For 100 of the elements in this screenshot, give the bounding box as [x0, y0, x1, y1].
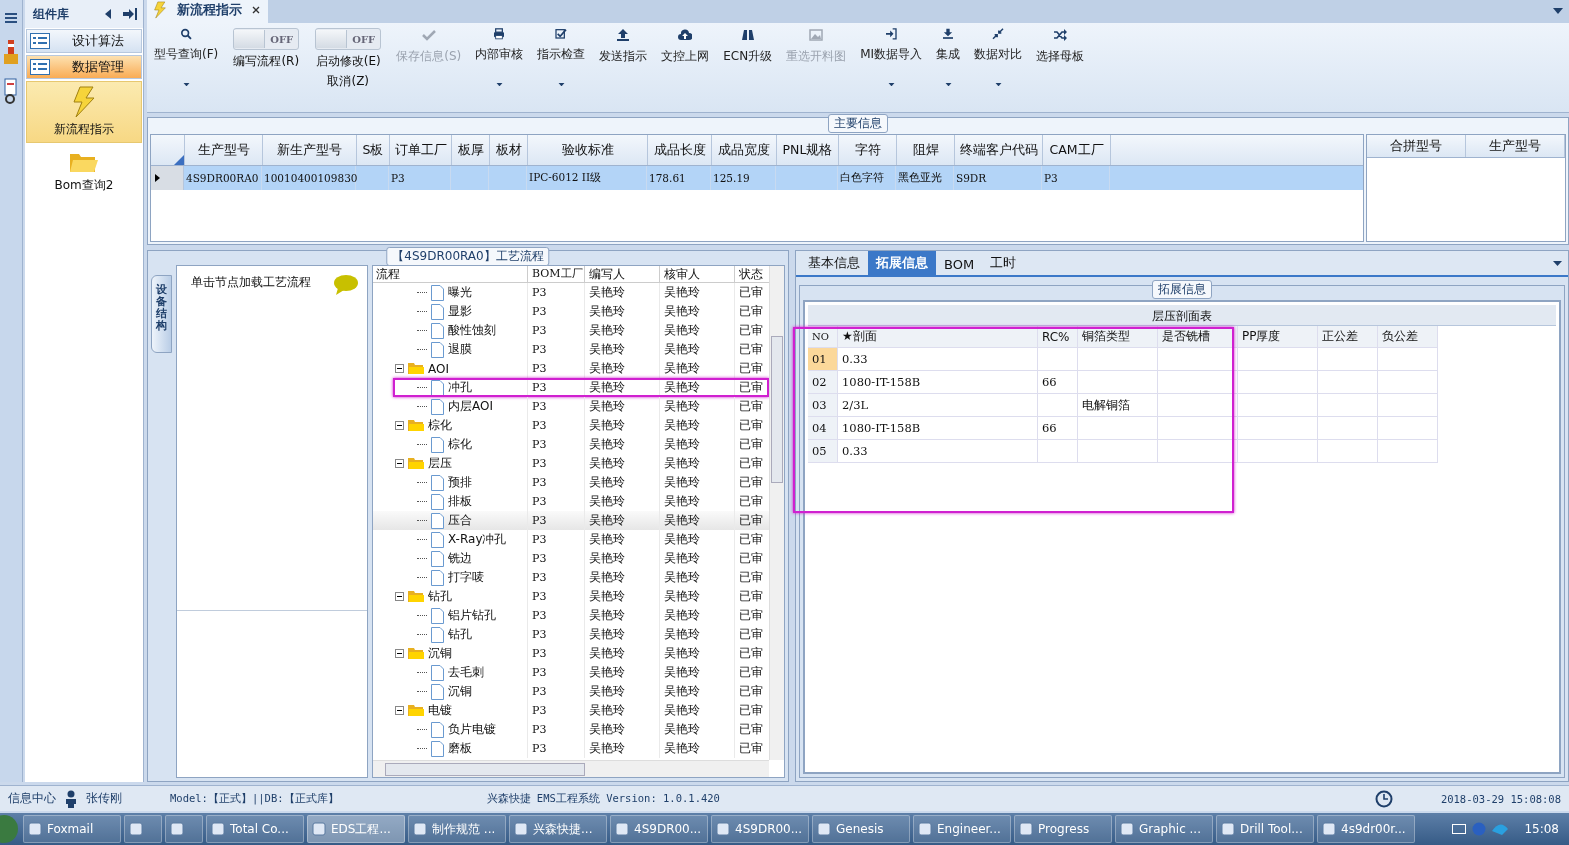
tab[interactable]: BOM — [936, 254, 983, 275]
table-cell — [1318, 417, 1378, 440]
taskbar-item[interactable]: 制作规范 ... — [408, 815, 506, 843]
taskbar-item[interactable]: Engineer... — [913, 815, 1011, 843]
taskbar-item[interactable]: Progress — [1014, 815, 1112, 843]
sidebar-item[interactable]: 新流程指示 — [26, 81, 142, 143]
collapse-icon[interactable] — [105, 9, 111, 19]
toggle-switch[interactable]: OFF — [315, 28, 382, 50]
taskbar-item[interactable]: Graphic ... — [1115, 815, 1213, 843]
collapse-icon[interactable] — [395, 459, 404, 468]
ribbon-button[interactable]: 集成 — [929, 28, 968, 86]
column-header[interactable]: ★剖面 — [838, 326, 1038, 348]
ribbon-button[interactable]: MI数据导入 — [853, 28, 930, 86]
column-header[interactable]: 阻焊 — [897, 135, 955, 165]
column-header[interactable]: RC% — [1038, 326, 1078, 348]
taskbar-item[interactable]: Genesis — [812, 815, 910, 843]
table-cell: 已审 — [739, 474, 763, 491]
taskbar-item[interactable]: Foxmail — [23, 815, 121, 843]
ribbon-button[interactable]: 数据对比 — [967, 28, 1030, 86]
ribbon-button[interactable]: 指示检查 — [530, 28, 593, 86]
ribbon-button[interactable]: 文控上网 — [654, 28, 717, 86]
table-row[interactable]: 4S9DR00RA0 10010400109830 P3 IPC-6012 II级 178.61 125.19 白色字符 黑色亚光 S9DR P3 — [151, 166, 1363, 190]
tab[interactable]: 工时 — [982, 251, 1025, 275]
column-header[interactable]: 生产型号 — [1466, 135, 1565, 157]
ribbon-button[interactable]: 发送指示 — [592, 28, 655, 86]
caret-icon[interactable] — [1553, 8, 1563, 14]
pin-icon[interactable] — [123, 8, 137, 20]
tab[interactable]: 基本信息 — [800, 251, 868, 275]
collapse-icon[interactable] — [395, 706, 404, 715]
ribbon-button[interactable]: 内部审核 — [468, 28, 531, 86]
column-header[interactable]: 板材 — [490, 135, 528, 165]
sidebar-item[interactable]: 数据管理 — [26, 55, 142, 79]
keyboard-icon[interactable] — [1452, 824, 1467, 834]
ribbon-button[interactable]: ECN升级 — [716, 28, 780, 86]
scrollbar[interactable] — [769, 266, 784, 760]
column-header[interactable]: S板 — [357, 135, 390, 165]
app-icon — [1120, 822, 1134, 836]
column-header[interactable]: 核审人 — [660, 266, 735, 282]
taskbar-item[interactable]: 4s9dr00r... — [1317, 815, 1415, 843]
tree-label: 曝光 — [448, 284, 472, 301]
collapse-icon[interactable] — [395, 592, 404, 601]
tree-label: 压合 — [448, 512, 472, 529]
column-header[interactable]: 铜箔类型 — [1078, 326, 1158, 348]
document-tab[interactable]: 新流程指示 — [147, 0, 268, 23]
column-header[interactable]: 合拼型号 — [1367, 135, 1466, 157]
close-icon[interactable] — [252, 6, 260, 14]
tab[interactable]: 拓展信息 — [868, 251, 936, 275]
row-header-cell[interactable]: 03 — [808, 394, 838, 417]
table-cell: 已审 — [739, 303, 763, 320]
row-header-cell[interactable]: 01 — [808, 348, 838, 371]
ribbon-button[interactable]: 型号查询(F) — [147, 28, 226, 86]
column-header[interactable]: 生产型号 — [185, 135, 263, 165]
table-cell: 吴艳玲 — [589, 436, 625, 453]
taskbar-item[interactable]: Total Co... — [206, 815, 304, 843]
column-header[interactable]: 编写人 — [585, 266, 660, 282]
scrollbar[interactable] — [373, 760, 769, 777]
ribbon-button[interactable]: 选择母板 — [1029, 28, 1092, 86]
taskbar-item[interactable] — [124, 815, 162, 843]
taskbar-item[interactable] — [165, 815, 203, 843]
column-header[interactable]: 成品长度 — [648, 135, 712, 165]
sidebar-item[interactable]: 设计算法 — [26, 29, 142, 53]
tower-icon[interactable] — [4, 38, 18, 64]
row-header-cell[interactable]: 02 — [808, 371, 838, 394]
document-icon — [431, 626, 444, 643]
tree-row[interactable]: 冲孔 P3 吴艳玲 吴艳玲 已审 — [373, 378, 769, 397]
download-icon — [941, 28, 956, 40]
collapse-icon[interactable] — [395, 649, 404, 658]
taskbar-item[interactable]: Drill Tool... — [1216, 815, 1314, 843]
menu-icon[interactable] — [5, 12, 17, 24]
toggle-switch[interactable]: OFF — [233, 28, 300, 50]
app-icon — [1019, 822, 1033, 836]
collapse-icon[interactable] — [395, 421, 404, 430]
start-button[interactable] — [0, 814, 20, 844]
column-header[interactable]: BOM工厂 — [528, 266, 585, 282]
column-header[interactable]: 负公差 — [1378, 326, 1438, 348]
column-header[interactable]: 板厚 — [452, 135, 490, 165]
column-header[interactable]: 终端客户代码 — [955, 135, 1043, 165]
column-header[interactable]: 正公差 — [1318, 326, 1378, 348]
taskbar-item[interactable]: 兴森快捷... — [509, 815, 607, 843]
row-header-cell[interactable]: 05 — [808, 440, 838, 463]
taskbar-item[interactable]: 4S9DR00... — [711, 815, 809, 843]
column-header[interactable]: CAM工厂 — [1043, 135, 1111, 165]
lightning-icon — [71, 86, 97, 118]
column-header[interactable]: PNL规格 — [777, 135, 839, 165]
sidebar-item[interactable]: Bom查询2 — [26, 145, 142, 199]
column-header[interactable]: 订单工厂 — [390, 135, 452, 165]
column-header[interactable]: PP厚度 — [1238, 326, 1318, 348]
column-header[interactable]: 新生产型号 — [263, 135, 357, 165]
collapse-icon[interactable] — [395, 364, 404, 373]
column-header[interactable]: 验收标准 — [528, 135, 648, 165]
column-header[interactable]: 流程 — [373, 266, 528, 282]
caret-icon[interactable] — [1553, 261, 1562, 266]
column-header[interactable]: 成品宽度 — [712, 135, 777, 165]
taskbar-item[interactable]: 4S9DR00... — [610, 815, 708, 843]
row-header-cell[interactable]: 04 — [808, 417, 838, 440]
column-header[interactable]: 字符 — [839, 135, 897, 165]
column-header[interactable]: NO — [808, 326, 838, 348]
table-cell: 0.33 — [838, 440, 1038, 463]
tree-row[interactable]: 压合 P3 吴艳玲 吴艳玲 已审 — [373, 511, 769, 530]
side-tab[interactable]: 设备结构 — [151, 275, 172, 353]
